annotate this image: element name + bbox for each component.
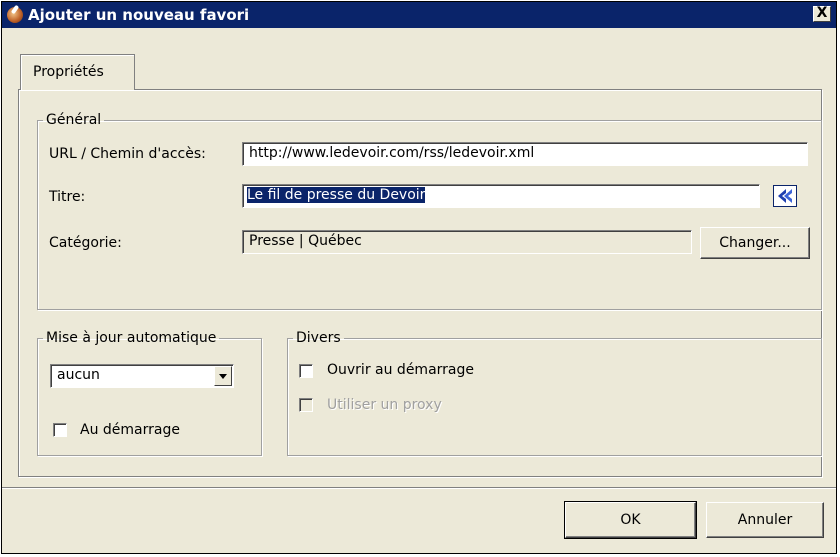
cancel-button[interactable]: Annuler bbox=[706, 502, 824, 538]
category-field: Presse | Québec bbox=[242, 230, 692, 254]
url-label: URL / Chemin d'accès: bbox=[49, 146, 206, 162]
close-button[interactable]: X bbox=[813, 6, 831, 22]
auto-update-value: aucun bbox=[57, 367, 100, 383]
title-label: Titre: bbox=[49, 189, 86, 205]
auto-update-legend: Mise à jour automatique bbox=[46, 330, 217, 346]
close-icon: X bbox=[816, 5, 828, 21]
tab-proprietes[interactable]: Propriétés bbox=[20, 54, 135, 90]
title-input[interactable]: Le fil de presse du Devoir bbox=[242, 184, 760, 208]
change-button-label: Changer... bbox=[719, 235, 791, 251]
app-icon bbox=[7, 7, 23, 23]
chevron-down-icon[interactable] bbox=[214, 366, 232, 386]
title-value: Le fil de presse du Devoir bbox=[247, 187, 426, 203]
tab-label: Propriétés bbox=[33, 64, 104, 80]
cancel-button-label: Annuler bbox=[737, 512, 793, 528]
category-value: Presse | Québec bbox=[249, 233, 362, 249]
auto-update-select[interactable]: aucun bbox=[50, 364, 234, 388]
on-startup-checkbox[interactable] bbox=[53, 423, 67, 437]
open-on-startup-label[interactable]: Ouvrir au démarrage bbox=[327, 362, 474, 378]
misc-group: Divers bbox=[287, 330, 822, 456]
misc-legend: Divers bbox=[296, 330, 341, 346]
window-title: Ajouter un nouveau favori bbox=[28, 6, 250, 24]
use-proxy-checkbox bbox=[299, 398, 313, 412]
url-value: http://www.ledevoir.com/rss/ledevoir.xml bbox=[249, 145, 535, 161]
use-proxy-label: Utiliser un proxy bbox=[327, 397, 442, 413]
open-on-startup-checkbox[interactable] bbox=[299, 364, 313, 378]
change-category-button[interactable]: Changer... bbox=[700, 227, 810, 259]
category-label: Catégorie: bbox=[49, 235, 122, 251]
ok-button-label: OK bbox=[620, 512, 641, 528]
title-bar[interactable]: Ajouter un nouveau favori X bbox=[2, 2, 836, 28]
on-startup-label[interactable]: Au démarrage bbox=[80, 422, 180, 438]
dialog-window: Ajouter un nouveau favori X Propriétés G… bbox=[1, 1, 837, 554]
fetch-title-button[interactable] bbox=[773, 185, 797, 207]
footer-separator bbox=[2, 487, 836, 489]
double-chevron-left-icon bbox=[778, 189, 792, 203]
url-input[interactable]: http://www.ledevoir.com/rss/ledevoir.xml bbox=[242, 142, 808, 166]
ok-button[interactable]: OK bbox=[564, 501, 697, 539]
general-legend: Général bbox=[46, 112, 102, 128]
